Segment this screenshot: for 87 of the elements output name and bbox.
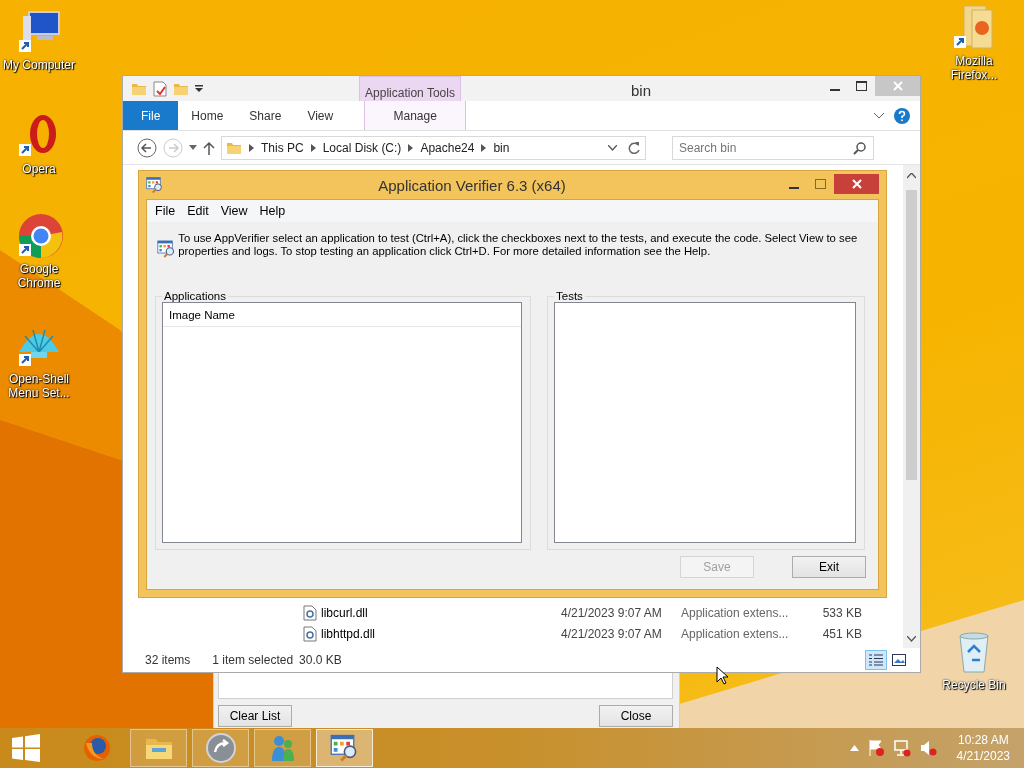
breadcrumb-item[interactable]: bin bbox=[493, 140, 510, 155]
ribbon-tab[interactable]: File bbox=[123, 101, 179, 130]
chevron-icon bbox=[481, 143, 487, 152]
folder-icon bbox=[131, 81, 147, 97]
item-count: 32 items bbox=[145, 653, 191, 667]
speaker-icon[interactable] bbox=[918, 739, 937, 757]
ribbon-tab[interactable]: Share bbox=[236, 101, 295, 130]
scrollbar-thumb[interactable] bbox=[906, 190, 917, 480]
up-button[interactable] bbox=[203, 140, 215, 155]
up-arrow-icon bbox=[203, 140, 215, 155]
dialog-button[interactable]: Exit bbox=[792, 556, 866, 578]
network-icon[interactable] bbox=[892, 739, 911, 757]
maximize-icon bbox=[815, 179, 826, 189]
dialog-button[interactable]: Clear List bbox=[218, 705, 292, 727]
chevron-up-icon[interactable] bbox=[849, 745, 859, 751]
scroll-down-icon bbox=[907, 636, 916, 642]
chevron-down-icon[interactable] bbox=[874, 112, 884, 119]
file-type: Application extens... bbox=[681, 626, 790, 641]
caret-icon[interactable] bbox=[195, 85, 203, 93]
details-view-button[interactable] bbox=[865, 650, 887, 670]
back-icon bbox=[137, 137, 157, 158]
icon-label: Google Chrome bbox=[16, 262, 62, 290]
group-label: Applications bbox=[163, 290, 227, 302]
address-bar[interactable]: This PC Local Disk (C:) Apache24 bin bbox=[221, 135, 646, 160]
icon-label: My Computer bbox=[3, 58, 75, 72]
file-size: 533 KB bbox=[821, 605, 862, 620]
chevron-down-icon[interactable] bbox=[608, 144, 617, 151]
maximize-icon bbox=[856, 81, 867, 91]
ribbon-tab[interactable]: Manage bbox=[364, 101, 467, 130]
close-button[interactable] bbox=[834, 174, 879, 194]
verifier-icon bbox=[146, 176, 164, 194]
firefox-icon bbox=[81, 733, 112, 763]
icon-label: Open-Shell Menu Set... bbox=[7, 372, 71, 400]
minimize-icon bbox=[829, 88, 840, 91]
chevron-icon bbox=[408, 143, 414, 152]
window-title: Application Verifier 6.3 (x64) bbox=[377, 176, 567, 194]
file-name[interactable]: libhttpd.dll bbox=[321, 626, 561, 641]
flag-icon[interactable] bbox=[866, 739, 885, 757]
breadcrumb-item[interactable]: This PC bbox=[261, 140, 304, 155]
menu-item[interactable]: File bbox=[149, 204, 182, 218]
breadcrumb-item[interactable]: Local Disk (C:) bbox=[322, 140, 402, 155]
search-icon bbox=[853, 141, 866, 155]
back-button[interactable] bbox=[137, 137, 157, 158]
file-type: Application extens... bbox=[681, 605, 790, 620]
breadcrumb-item[interactable]: Apache24 bbox=[420, 140, 475, 155]
refresh-icon[interactable] bbox=[627, 140, 641, 155]
selection-status: 1 item selected bbox=[212, 653, 294, 667]
image-icon bbox=[892, 654, 906, 666]
column-header[interactable]: Image Name bbox=[163, 303, 521, 327]
icon-label: Recycle Bin bbox=[942, 678, 1006, 692]
file-size: 451 KB bbox=[821, 626, 862, 641]
icon-label: Opera bbox=[22, 162, 56, 176]
file-date: 4/21/2023 9:07 AM bbox=[561, 626, 663, 641]
window-title: bin bbox=[630, 81, 652, 99]
clock-date: 4/21/2023 bbox=[956, 748, 1010, 764]
ribbon-tab[interactable]: View bbox=[294, 101, 347, 130]
menu-item[interactable]: View bbox=[214, 204, 254, 218]
clock-time: 10:28 AM bbox=[957, 732, 1009, 748]
minimize-icon bbox=[788, 186, 799, 189]
close-icon bbox=[851, 179, 862, 189]
menu-item[interactable]: Help bbox=[253, 204, 292, 218]
instructions-text: To use AppVerifier select an application to test (Ctrl+A), click the checkboxes next to the tests, and execute the code. Select View to see properties and logs. To stop testing an application click Ctrl+D. For more detailed information see the Help. bbox=[178, 232, 859, 259]
close-icon bbox=[892, 81, 903, 91]
taskbar-button[interactable] bbox=[316, 729, 373, 767]
details-list-icon bbox=[869, 654, 883, 666]
ribbon-tab[interactable]: Home bbox=[178, 101, 237, 130]
group-label: Tests bbox=[555, 290, 584, 302]
file-icon bbox=[303, 604, 317, 621]
folder-icon bbox=[173, 81, 189, 97]
search-field[interactable]: Search bin bbox=[672, 135, 874, 160]
file-icon bbox=[303, 625, 317, 642]
file-name[interactable]: libcurl.dll bbox=[321, 605, 561, 620]
scroll-up-icon bbox=[907, 173, 916, 179]
taskbar-button[interactable] bbox=[192, 729, 249, 767]
file-date: 4/21/2023 9:07 AM bbox=[561, 605, 663, 620]
caret-icon[interactable] bbox=[189, 145, 197, 150]
dialog-button[interactable]: Close bbox=[599, 705, 673, 727]
scrollbar[interactable] bbox=[903, 165, 920, 648]
windows-logo-icon bbox=[12, 734, 40, 762]
selection-size: 30.0 KB bbox=[299, 653, 342, 667]
help-icon[interactable] bbox=[894, 107, 910, 124]
properties-icon[interactable] bbox=[153, 81, 167, 97]
icon-label: Mozilla Firefox... bbox=[949, 54, 999, 82]
chevron-icon bbox=[249, 143, 254, 152]
forward-icon bbox=[163, 137, 183, 158]
menu-item[interactable]: Edit bbox=[181, 204, 215, 218]
chevron-icon bbox=[310, 143, 316, 152]
